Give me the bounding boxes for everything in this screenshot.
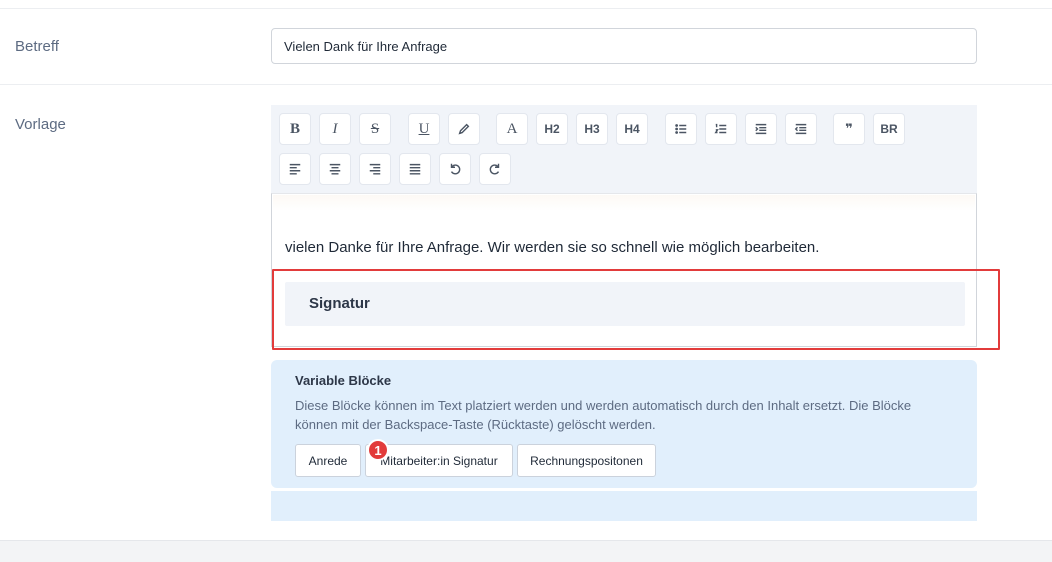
editor-body-text[interactable]: vielen Danke für Ihre Anfrage. Wir werde… xyxy=(285,239,819,256)
h2-button[interactable]: H2 xyxy=(536,113,568,145)
variable-blocks-title: Variable Blöcke xyxy=(295,373,392,388)
h4-button[interactable]: H4 xyxy=(616,113,648,145)
highlight-button[interactable] xyxy=(448,113,480,145)
align-center-icon xyxy=(328,162,342,176)
bold-icon: B xyxy=(289,120,300,137)
step-badge: 1 xyxy=(367,439,389,461)
underline-icon: U xyxy=(418,120,430,137)
pen-icon xyxy=(457,122,471,136)
quote-icon: ❞ xyxy=(845,121,853,136)
outdent-button[interactable] xyxy=(785,113,817,145)
font-button[interactable]: A xyxy=(496,113,528,145)
align-right-button[interactable] xyxy=(359,153,391,185)
variable-blocks-panel: Variable Blöcke Diese Blöcke können im T… xyxy=(271,360,977,488)
insert-salutation-button[interactable]: Anrede xyxy=(295,444,361,477)
h2-button-label: H2 xyxy=(544,122,560,136)
font-icon: A xyxy=(506,120,518,137)
align-left-icon xyxy=(288,162,302,176)
bullet-list-icon xyxy=(674,122,688,136)
align-right-icon xyxy=(368,162,382,176)
h3-button-label: H3 xyxy=(584,122,600,136)
template-label: Vorlage xyxy=(15,116,66,133)
insert-invoice-items-button[interactable]: Rechnungspositonen xyxy=(517,444,656,477)
divider xyxy=(0,8,1052,9)
undo-icon xyxy=(448,162,462,176)
page: Betreff Vorlage B I S U A H2 H3 H4 ❞ BR vielen Da… xyxy=(0,0,1052,562)
bullet-list-button[interactable] xyxy=(665,113,697,145)
variable-blocks-panel-footer xyxy=(271,491,977,521)
signature-variable-block[interactable]: Signatur xyxy=(285,282,965,326)
variable-blocks-description: Diese Blöcke können im Text platziert we… xyxy=(295,398,912,432)
indent-button[interactable] xyxy=(745,113,777,145)
editor-top-fade xyxy=(273,195,975,211)
align-center-button[interactable] xyxy=(319,153,351,185)
ordered-list-button[interactable] xyxy=(705,113,737,145)
underline-button[interactable]: U xyxy=(408,113,440,145)
h4-button-label: H4 xyxy=(624,122,640,136)
line-break-button-label: BR xyxy=(880,122,898,136)
signature-block-label: Signatur xyxy=(309,295,370,312)
subject-input[interactable] xyxy=(271,28,977,64)
line-break-button[interactable]: BR xyxy=(873,113,905,145)
editor-toolbar: B I S U A H2 H3 H4 ❞ BR xyxy=(271,105,977,193)
redo-icon xyxy=(488,162,502,176)
align-justify-button[interactable] xyxy=(399,153,431,185)
blockquote-button[interactable]: ❞ xyxy=(833,113,865,145)
undo-button[interactable] xyxy=(439,153,471,185)
italic-icon: I xyxy=(332,120,338,137)
subject-label: Betreff xyxy=(15,38,59,55)
bold-button[interactable]: B xyxy=(279,113,311,145)
ordered-list-icon xyxy=(714,122,728,136)
outdent-icon xyxy=(794,122,808,136)
divider xyxy=(0,84,1052,85)
template-editor[interactable]: vielen Danke für Ihre Anfrage. Wir werde… xyxy=(271,193,977,347)
strikethrough-icon: S xyxy=(370,120,380,137)
h3-button[interactable]: H3 xyxy=(576,113,608,145)
align-justify-icon xyxy=(408,162,422,176)
italic-button[interactable]: I xyxy=(319,113,351,145)
redo-button[interactable] xyxy=(479,153,511,185)
strikethrough-button[interactable]: S xyxy=(359,113,391,145)
form-card: Betreff Vorlage B I S U A H2 H3 H4 ❞ BR vielen Da… xyxy=(0,0,1052,541)
indent-icon xyxy=(754,122,768,136)
align-left-button[interactable] xyxy=(279,153,311,185)
